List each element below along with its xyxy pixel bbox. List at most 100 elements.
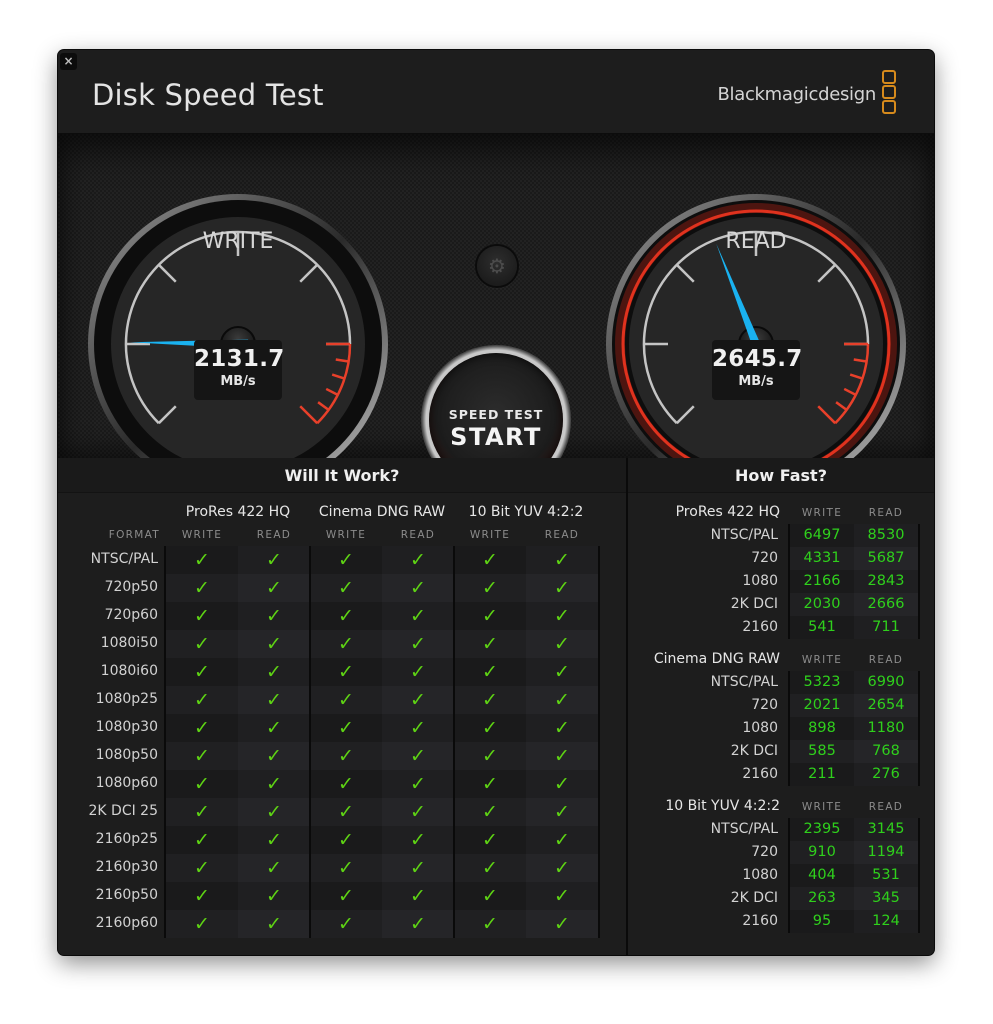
format-row-label: 2160p60	[95, 915, 158, 931]
read-frame-rate-value: 1194	[854, 841, 918, 864]
check-icon: ✓	[454, 602, 526, 630]
how-fast-title: How Fast?	[628, 458, 934, 493]
how-fast-format-label: 2160	[742, 766, 778, 782]
app-title: Disk Speed Test	[92, 78, 324, 112]
check-icon: ✓	[454, 826, 526, 854]
check-icon: ✓	[526, 546, 598, 574]
read-speed-unit: MB/s	[738, 374, 774, 389]
check-icon: ✓	[526, 742, 598, 770]
grid-separator	[788, 818, 790, 933]
check-icon: ✓	[526, 714, 598, 742]
check-icon: ✓	[382, 714, 454, 742]
write-frame-rate-value: 541	[790, 616, 854, 639]
check-icon: ✓	[166, 602, 238, 630]
check-icon: ✓	[238, 798, 310, 826]
check-icon: ✓	[166, 882, 238, 910]
check-icon: ✓	[238, 770, 310, 798]
how-fast-format-label: 2160	[742, 619, 778, 635]
check-icon: ✓	[526, 574, 598, 602]
read-frame-rate-value: 6990	[854, 671, 918, 694]
check-icon: ✓	[382, 770, 454, 798]
check-icon: ✓	[310, 770, 382, 798]
how-fast-format-label: 720	[751, 697, 778, 713]
check-icon: ✓	[310, 882, 382, 910]
check-icon: ✓	[454, 714, 526, 742]
write-readout: 2131.7 MB/s	[194, 340, 284, 400]
check-icon: ✓	[526, 854, 598, 882]
check-icon: ✓	[382, 910, 454, 938]
read-frame-rate-value: 2654	[854, 694, 918, 717]
check-icon: ✓	[238, 574, 310, 602]
format-row-label: 2160p30	[95, 859, 158, 875]
write-frame-rate-value: 5323	[790, 671, 854, 694]
format-row-label: 2160p25	[95, 831, 158, 847]
read-column-header: READ	[868, 507, 904, 519]
codec-header: ProRes 422 HQ	[185, 504, 291, 520]
check-icon: ✓	[166, 574, 238, 602]
check-icon: ✓	[526, 826, 598, 854]
start-button-label: START	[450, 423, 542, 451]
format-row-label: 1080p60	[95, 775, 158, 791]
how-fast-format-label: 1080	[742, 867, 778, 883]
check-icon: ✓	[454, 742, 526, 770]
read-frame-rate-value: 276	[854, 763, 918, 786]
write-column-header: WRITE	[181, 529, 223, 541]
check-icon: ✓	[310, 826, 382, 854]
codec-header: 10 Bit YUV 4:2:2	[468, 504, 584, 520]
check-icon: ✓	[166, 798, 238, 826]
how-fast-codec-header: ProRes 422 HQ	[675, 504, 780, 520]
check-icon: ✓	[454, 798, 526, 826]
check-icon: ✓	[382, 826, 454, 854]
check-icon: ✓	[166, 742, 238, 770]
write-column-header: WRITE	[801, 801, 843, 813]
check-icon: ✓	[166, 658, 238, 686]
how-fast-format-label: 720	[751, 550, 778, 566]
check-icon: ✓	[382, 854, 454, 882]
format-row-label: 1080i60	[100, 663, 158, 679]
check-icon: ✓	[166, 630, 238, 658]
read-frame-rate-value: 3145	[854, 818, 918, 841]
close-button[interactable]: ×	[60, 53, 77, 70]
codec-header: Cinema DNG RAW	[318, 504, 446, 520]
check-icon: ✓	[166, 854, 238, 882]
check-icon: ✓	[382, 630, 454, 658]
check-icon: ✓	[454, 854, 526, 882]
how-fast-format-label: 1080	[742, 573, 778, 589]
read-frame-rate-value: 711	[854, 616, 918, 639]
write-gauge-label: WRITE	[202, 229, 274, 254]
gear-icon: ⚙	[488, 254, 506, 278]
format-column-header: FORMAT	[108, 529, 160, 541]
check-icon: ✓	[238, 658, 310, 686]
check-icon: ✓	[454, 574, 526, 602]
check-icon: ✓	[526, 770, 598, 798]
check-icon: ✓	[382, 602, 454, 630]
brand-name: Blackmagicdesign	[717, 84, 876, 105]
write-frame-rate-value: 2166	[790, 570, 854, 593]
gauge-area: WRITE 2131.7 MB/s READ 2645.7 MB/s ⚙ SPE…	[58, 134, 934, 495]
write-frame-rate-value: 404	[790, 864, 854, 887]
read-frame-rate-value: 2843	[854, 570, 918, 593]
how-fast-format-label: NTSC/PAL	[710, 821, 778, 837]
check-icon: ✓	[382, 574, 454, 602]
format-row-label: NTSC/PAL	[90, 551, 158, 567]
read-frame-rate-value: 345	[854, 887, 918, 910]
title-bar: Disk Speed Test Blackmagicdesign	[58, 50, 934, 134]
start-button-caption: SPEED TEST	[448, 407, 544, 422]
grid-separator	[918, 671, 920, 786]
check-icon: ✓	[454, 910, 526, 938]
check-icon: ✓	[382, 742, 454, 770]
how-fast-codec-header: Cinema DNG RAW	[653, 651, 780, 667]
format-row-label: 1080p50	[95, 747, 158, 763]
grid-separator	[918, 818, 920, 933]
read-column-header: READ	[868, 654, 904, 666]
read-frame-rate-value: 768	[854, 740, 918, 763]
check-icon: ✓	[238, 714, 310, 742]
grid-separator	[598, 546, 600, 938]
check-icon: ✓	[454, 882, 526, 910]
grid-separator	[309, 546, 311, 938]
grid-separator	[164, 546, 166, 938]
settings-button[interactable]: ⚙	[477, 246, 517, 286]
write-frame-rate-value: 910	[790, 841, 854, 864]
check-icon: ✓	[238, 630, 310, 658]
check-icon: ✓	[238, 546, 310, 574]
